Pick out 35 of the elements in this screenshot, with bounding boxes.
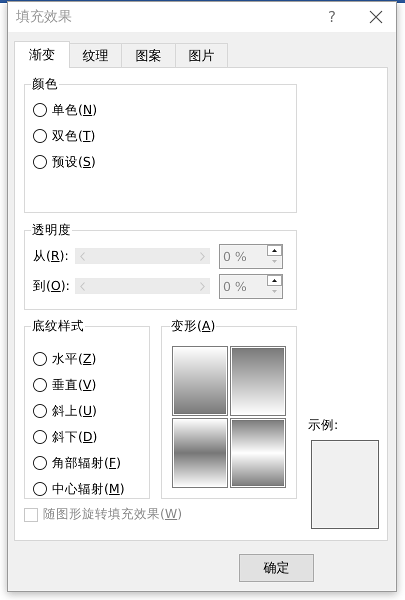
slider-label: 从(R):	[33, 248, 70, 264]
group-title: 透明度	[31, 222, 72, 239]
gradient-swatch[interactable]	[230, 346, 286, 416]
radio-button[interactable]	[33, 456, 47, 470]
close-icon[interactable]	[369, 10, 383, 24]
gradient-swatch[interactable]	[172, 346, 228, 416]
radio-label[interactable]: 垂直(V)	[52, 376, 96, 394]
radio-button[interactable]	[33, 430, 47, 444]
radio-button[interactable]	[33, 155, 47, 169]
radio-label[interactable]: 预设(S)	[52, 154, 96, 170]
radio-button[interactable]	[33, 378, 47, 392]
tab[interactable]: 图片	[175, 43, 228, 67]
group-title: 颜色	[31, 76, 59, 93]
radio-label[interactable]: 双色(T)	[52, 128, 96, 144]
slider-label: 到(O):	[33, 278, 71, 294]
radio-label[interactable]: 单色(N)	[52, 102, 98, 118]
gradient-swatch[interactable]	[230, 418, 286, 488]
group-title: 底纹样式	[31, 318, 85, 335]
radio-button[interactable]	[33, 129, 47, 143]
radio-button[interactable]	[33, 404, 47, 418]
tab[interactable]: 渐变	[14, 41, 70, 68]
sample-label: 示例:	[308, 417, 340, 434]
window-title: 填充效果	[16, 8, 73, 26]
radio-button[interactable]	[33, 352, 47, 366]
ok-button[interactable]: 确定	[239, 554, 314, 582]
radio-label[interactable]: 水平(Z)	[52, 350, 96, 368]
radio-label[interactable]: 斜下(D)	[52, 428, 98, 446]
radio-button[interactable]	[33, 103, 47, 117]
radio-button[interactable]	[33, 482, 47, 496]
radio-label[interactable]: 斜上(U)	[52, 402, 97, 420]
group-title: 变形(A)	[170, 318, 216, 335]
gradient-swatch[interactable]	[172, 418, 228, 488]
radio-label[interactable]: 中心辐射(M)	[52, 480, 125, 498]
help-button[interactable]: ?	[322, 8, 342, 26]
radio-label[interactable]: 角部辐射(F)	[52, 454, 121, 472]
